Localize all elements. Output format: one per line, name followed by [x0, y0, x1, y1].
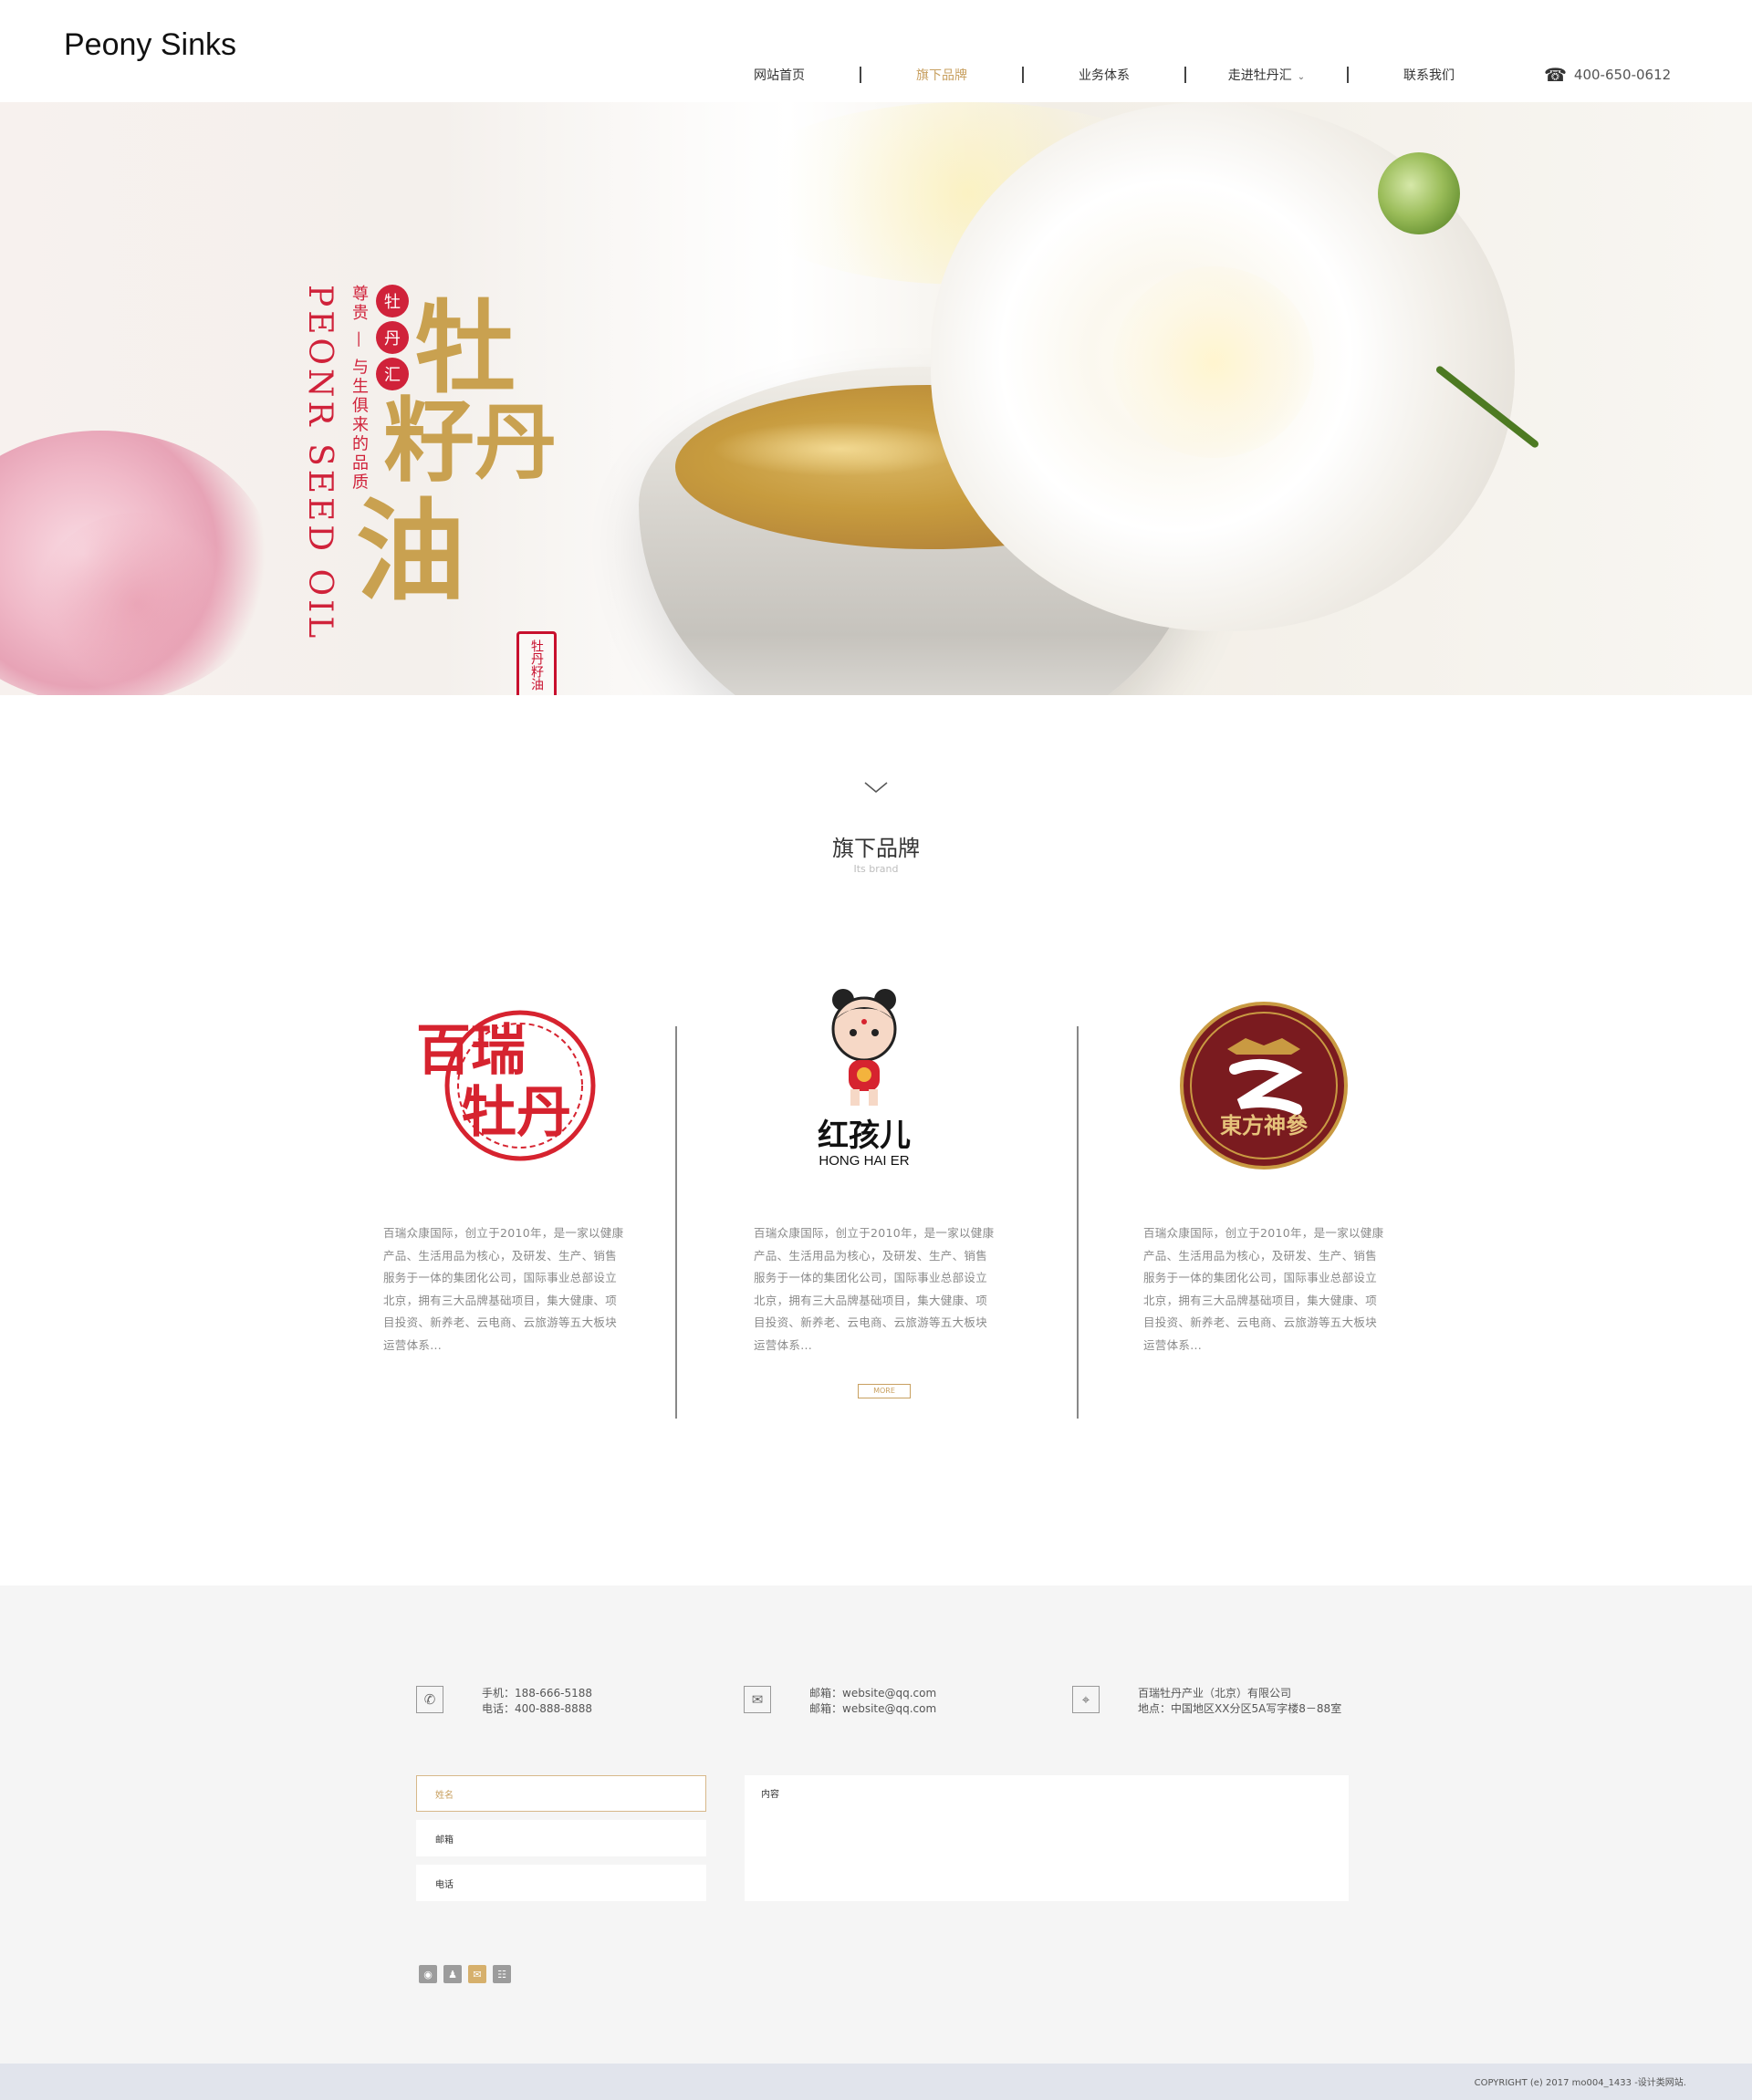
copyright-text: COPYRIGHT (e) 2017 mo004_1433 -设计类网站.: [1474, 2078, 1686, 2088]
nav-about[interactable]: 走进牡丹汇 ⌄: [1186, 66, 1347, 84]
nav-about-label: 走进牡丹汇: [1227, 68, 1292, 83]
header-phone-number: 400-650-0612: [1573, 67, 1672, 83]
badge-char: 丹: [376, 321, 409, 354]
message-placeholder: 内容: [761, 1790, 779, 1800]
phone-field[interactable]: 电话: [416, 1865, 706, 1901]
brand-description: 百瑞众康国际，创立于2010年，是一家以健康产品、生活用品为核心，及研发、生产、…: [383, 1226, 624, 1352]
email-field[interactable]: 邮箱: [416, 1820, 706, 1856]
badge-char: 牡: [376, 285, 409, 317]
nav-contact-label: 联系我们: [1403, 68, 1455, 83]
chevron-down-icon: [864, 782, 888, 793]
phone-info: ✆ 手机：188-666-5188 电话：400-888-8888: [416, 1686, 592, 1717]
email-address[interactable]: 邮箱：website@qq.com: [809, 1701, 936, 1717]
nav-home[interactable]: 网站首页: [699, 66, 860, 84]
email-info: ✉ 邮箱：website@qq.com 邮箱：website@qq.com: [744, 1686, 936, 1717]
hong-hai-er-logo[interactable]: 红孩儿 HONG HAI ER: [776, 985, 976, 1186]
wechat-icon[interactable]: ✉: [468, 1965, 486, 1983]
oil-highlight: [712, 421, 967, 476]
mail-icon: ✉: [744, 1686, 771, 1713]
brand-divider: [1077, 1026, 1079, 1419]
red-seal-stamp: 牡丹籽油: [516, 631, 557, 695]
qq-icon[interactable]: ♟: [443, 1965, 462, 1983]
header-phone: ☎ 400-650-0612: [1544, 64, 1671, 86]
company-address: 地点：中国地区XX分区5A写字楼8－88室: [1138, 1702, 1342, 1715]
phone-placeholder: 电话: [435, 1879, 454, 1890]
nav-brands[interactable]: 旗下品牌: [861, 66, 1022, 84]
name-field[interactable]: 姓名: [416, 1775, 706, 1812]
nav-contact[interactable]: 联系我们: [1349, 66, 1509, 84]
telephone-icon: ☎: [1544, 64, 1567, 86]
email-lines: 邮箱：website@qq.com 邮箱：website@qq.com: [809, 1686, 936, 1717]
calligraphy-char: 油: [356, 487, 465, 616]
bairui-peony-logo[interactable]: 百瑞 牡丹: [407, 985, 608, 1186]
copyright-bar: COPYRIGHT (e) 2017 mo004_1433 -设计类网站.: [0, 2064, 1752, 2100]
nav-brands-label: 旗下品牌: [916, 68, 967, 83]
renren-icon[interactable]: ☷: [493, 1965, 511, 1983]
company-name: 百瑞牡丹产业（北京）有限公司: [1138, 1687, 1292, 1700]
logo-text: 红孩儿: [818, 1118, 911, 1154]
brand-description: 百瑞众康国际，创立于2010年，是一家以健康产品、生活用品为核心，及研发、生产、…: [754, 1226, 995, 1352]
chevron-down-icon: ⌄: [1297, 72, 1306, 82]
white-peony-center: [1113, 266, 1314, 458]
address-lines: 百瑞牡丹产业（北京）有限公司 地点：中国地区XX分区5A写字楼8－88室: [1138, 1686, 1341, 1717]
logo-text: 東方神參: [1220, 1112, 1309, 1138]
nav-home-label: 网站首页: [754, 68, 805, 83]
logo-text: 牡丹: [462, 1081, 571, 1145]
brand-description: 百瑞众康国际，创立于2010年，是一家以健康产品、生活用品为核心，及研发、生产、…: [1143, 1226, 1384, 1352]
mobile-number: 手机：188-666-5188: [482, 1687, 593, 1700]
site-header: Peony Sinks 网站首页 旗下品牌 业务体系 走进牡丹汇 ⌄ 联系我们 ☎…: [0, 0, 1752, 102]
section-subtitle: Its brand: [853, 863, 899, 875]
calligraphy-char: 丹: [474, 394, 557, 491]
more-button[interactable]: MORE: [858, 1384, 911, 1398]
social-links: ◉ ♟ ✉ ☷: [419, 1965, 517, 1983]
banner-english-title: PEONR SEED OIL: [301, 285, 339, 642]
main-nav: 网站首页 旗下品牌 业务体系 走进牡丹汇 ⌄ 联系我们: [699, 57, 1509, 93]
weibo-icon[interactable]: ◉: [419, 1965, 437, 1983]
location-pin-icon: ⌖: [1072, 1686, 1100, 1713]
name-placeholder: 姓名: [435, 1790, 454, 1801]
logo-subtext: HONG HAI ER: [819, 1153, 909, 1169]
logo-text: 百瑞: [416, 1019, 526, 1083]
email-address[interactable]: 邮箱：website@qq.com: [809, 1686, 936, 1701]
banner-tagline: 尊贵 — 与生俱来的品质: [349, 285, 369, 493]
phone-icon: ✆: [416, 1686, 443, 1713]
brand-divider: [675, 1026, 677, 1419]
dongfang-shenshen-logo[interactable]: 東方神參: [1163, 985, 1364, 1186]
email-placeholder: 邮箱: [435, 1835, 454, 1845]
phone-lines: 手机：188-666-5188 电话：400-888-8888: [482, 1686, 592, 1717]
pink-peony-shadow: [36, 513, 237, 695]
site-logo[interactable]: Peony Sinks: [64, 27, 236, 63]
nav-business[interactable]: 业务体系: [1024, 66, 1184, 84]
section-indicator: [0, 775, 1752, 805]
hero-banner: PEONR SEED OIL 尊贵 — 与生俱来的品质 牡 丹 汇 牡 籽 丹 …: [0, 102, 1752, 695]
message-textarea[interactable]: 内容: [745, 1775, 1349, 1901]
nav-business-label: 业务体系: [1079, 68, 1130, 83]
peony-bud-image: [1378, 152, 1460, 234]
section-title: 旗下品牌: [832, 836, 920, 861]
landline-number: 电话：400-888-8888: [482, 1702, 593, 1715]
address-info: ⌖ 百瑞牡丹产业（北京）有限公司 地点：中国地区XX分区5A写字楼8－88室: [1072, 1686, 1341, 1717]
